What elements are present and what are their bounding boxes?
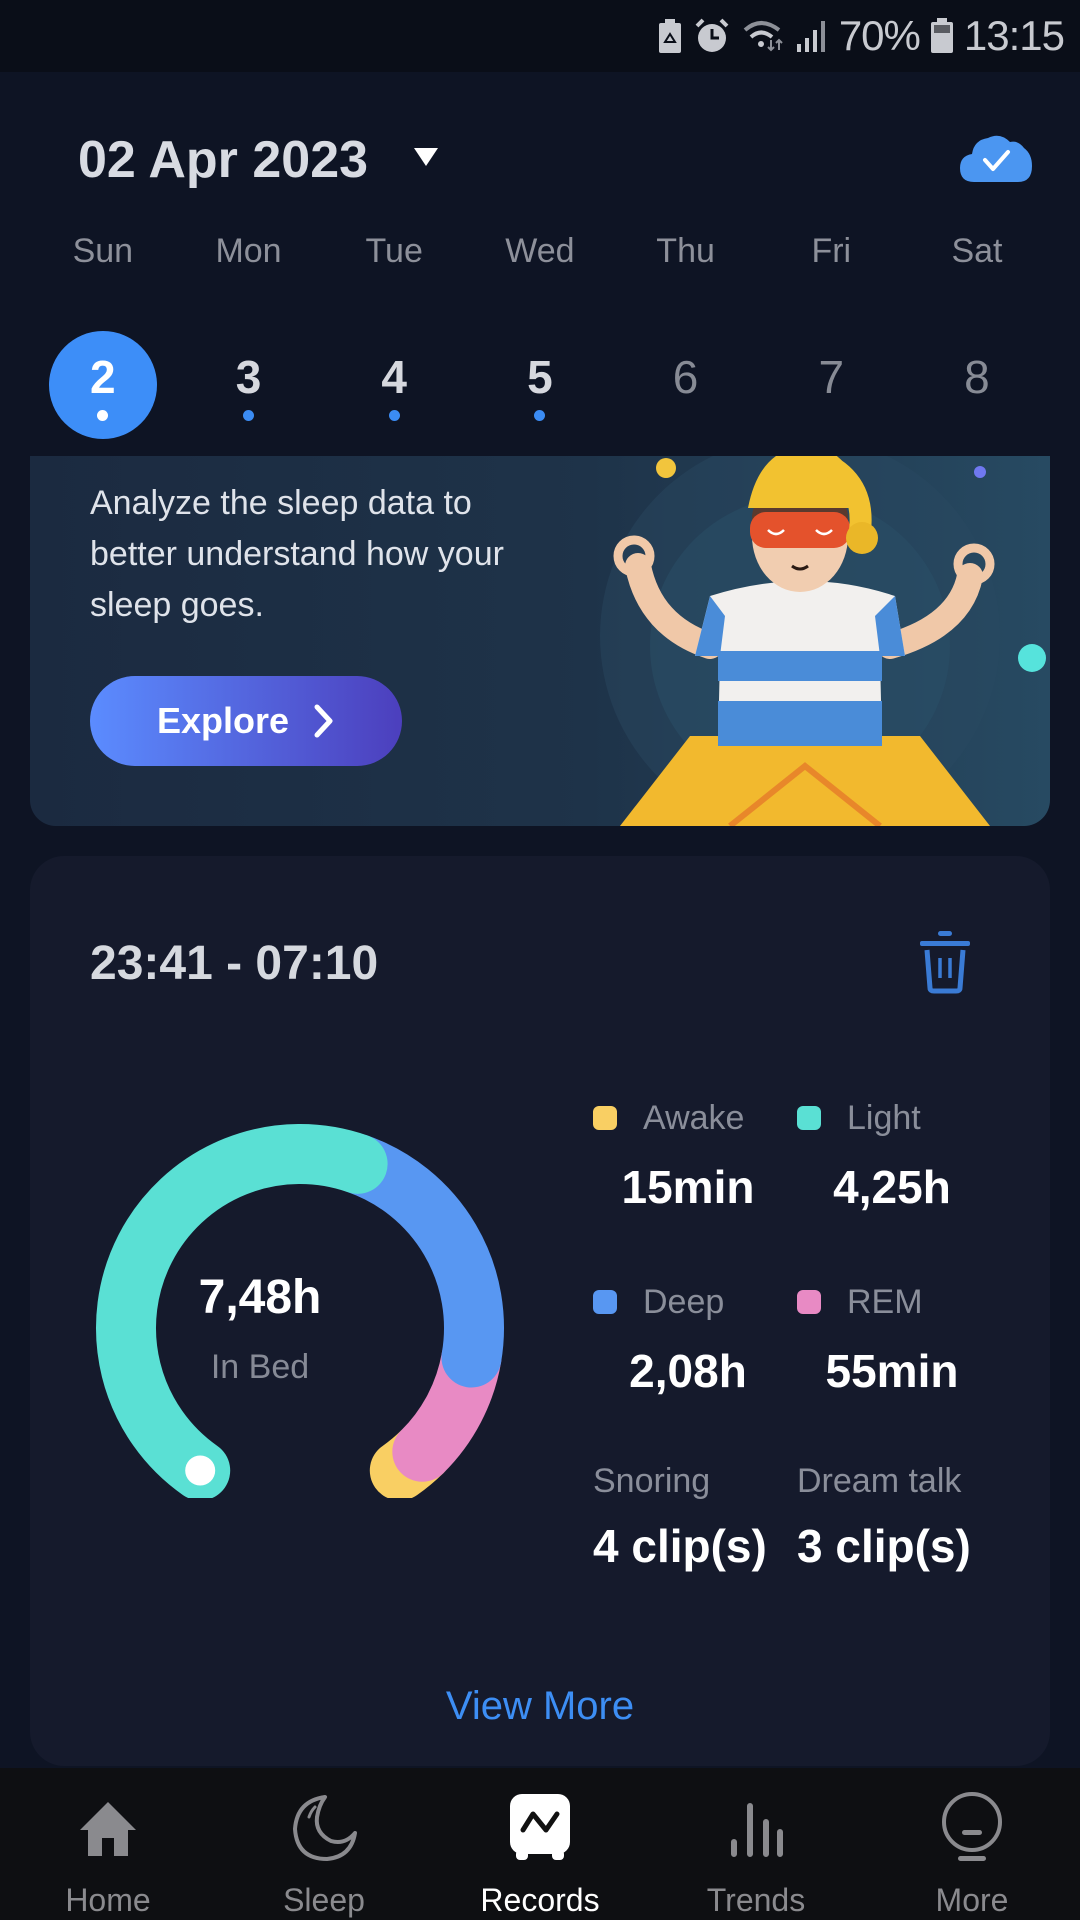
date-cell[interactable]: 3	[176, 330, 322, 440]
nav-label: Records	[480, 1882, 600, 1918]
cloud-check-icon	[960, 135, 1032, 182]
battery-icon	[930, 18, 954, 54]
nav-label: Sleep	[283, 1882, 365, 1918]
sleep-record-card: 23:41 - 07:10 7,48h In Bed Awake 15min L…	[30, 856, 1050, 1766]
stage-label: Awake	[643, 1098, 745, 1137]
nav-label: More	[935, 1882, 1009, 1918]
stage-value: 15min	[621, 1161, 755, 1213]
nav-more[interactable]: More	[864, 1768, 1080, 1920]
deep-swatch	[593, 1290, 617, 1314]
stage-deep: Deep 2,08h	[593, 1280, 803, 1398]
week-date-strip: 2 3 4 5 6 7 8	[30, 330, 1050, 440]
date-number: 3	[235, 350, 262, 403]
records-chart-icon	[500, 1788, 580, 1868]
weekday-label: Sat	[951, 232, 1003, 270]
date-number: 2	[90, 350, 116, 403]
weekday-label: Mon	[215, 232, 282, 270]
total-in-bed-value: 7,48h	[198, 1271, 322, 1324]
dream-talk-stat[interactable]: Dream talk 3 clip(s)	[797, 1462, 1007, 1573]
weekday-label: Thu	[656, 232, 715, 270]
date-number: 5	[527, 350, 553, 403]
date-cell[interactable]: 7	[758, 330, 904, 440]
awake-swatch	[593, 1106, 617, 1130]
explore-button-label: Explore	[156, 700, 290, 741]
lightbulb-icon	[932, 1788, 1012, 1868]
light-swatch	[797, 1106, 821, 1130]
delete-record-button[interactable]	[918, 928, 974, 994]
dream-talk-value: 3 clip(s)	[797, 1520, 971, 1572]
nav-label: Trends	[706, 1882, 806, 1918]
stage-value: 2,08h	[629, 1345, 747, 1397]
rem-swatch	[797, 1290, 821, 1314]
date-cell[interactable]: 5	[467, 330, 613, 440]
gauge-start-marker	[185, 1455, 216, 1486]
nav-sleep[interactable]: Sleep	[216, 1768, 432, 1920]
weekday-label: Wed	[505, 232, 575, 270]
stage-awake: Awake 15min	[593, 1096, 803, 1214]
selected-date[interactable]: 02 Apr 2023	[78, 130, 368, 190]
view-more-link[interactable]: View More	[30, 1684, 1050, 1729]
snoring-stat[interactable]: Snoring 4 clip(s)	[593, 1462, 803, 1573]
date-cell[interactable]: 2	[30, 330, 176, 440]
stage-label: Light	[847, 1098, 921, 1137]
signal-icon	[795, 18, 829, 54]
date-cell[interactable]: 8	[904, 330, 1050, 440]
record-indicator-dot	[243, 409, 255, 421]
gauge-segment-deep	[327, 1133, 504, 1388]
bottom-nav: Home Sleep Records Trends More	[0, 1768, 1080, 1920]
home-icon	[68, 1788, 148, 1868]
snoring-label: Snoring	[593, 1462, 711, 1500]
bar-chart-icon	[716, 1788, 796, 1868]
record-indicator-dot	[97, 409, 109, 421]
dream-talk-label: Dream talk	[797, 1462, 962, 1500]
sleeping-character-illustration	[600, 456, 1046, 826]
status-time: 13:15	[963, 12, 1065, 59]
trash-icon	[920, 931, 970, 994]
battery-percent: 70%	[838, 12, 921, 59]
stage-label: Deep	[643, 1282, 725, 1321]
stage-value: 4,25h	[833, 1161, 951, 1213]
date-cell[interactable]: 6	[613, 330, 759, 440]
weekday-label: Fri	[811, 232, 852, 270]
wifi-icon	[741, 18, 785, 54]
banner-text: Analyze the sleep data to better underst…	[90, 484, 504, 624]
date-number: 6	[672, 350, 699, 403]
explore-button[interactable]: Explore	[90, 676, 402, 766]
moon-icon	[284, 1788, 364, 1868]
alarm-icon	[693, 17, 731, 55]
nav-trends[interactable]: Trends	[648, 1768, 864, 1920]
nav-home[interactable]: Home	[0, 1768, 216, 1920]
date-number: 8	[964, 350, 990, 403]
sleep-time-range: 23:41 - 07:10	[90, 937, 379, 990]
nav-records[interactable]: Records	[432, 1768, 648, 1920]
record-indicator-dot	[534, 409, 546, 421]
stage-rem: REM 55min	[797, 1280, 1007, 1398]
total-in-bed-label: In Bed	[210, 1348, 310, 1386]
explore-banner: Analyze the sleep data to better underst…	[30, 456, 1050, 826]
record-indicator-dot	[388, 409, 400, 421]
caret-down-icon[interactable]	[414, 148, 439, 166]
battery-saver-icon	[657, 18, 683, 54]
cloud-sync-button[interactable]	[958, 132, 1034, 184]
weekday-label: Tue	[365, 232, 423, 270]
date-picker[interactable]: 02 Apr 2023	[78, 128, 439, 192]
snoring-value: 4 clip(s)	[593, 1520, 767, 1572]
stage-value: 55min	[825, 1345, 959, 1397]
weekday-label: Sun	[72, 232, 134, 270]
weekday-header: Sun Mon Tue Wed Thu Fri Sat	[30, 232, 1050, 271]
status-bar: 70% 13:15	[0, 0, 1080, 72]
date-number: 7	[818, 350, 845, 403]
nav-label: Home	[65, 1882, 151, 1918]
chevron-right-icon	[314, 704, 333, 738]
stage-light: Light 4,25h	[797, 1096, 1007, 1214]
stage-label: REM	[847, 1282, 923, 1321]
date-cell[interactable]: 4	[321, 330, 467, 440]
date-number: 4	[381, 350, 408, 403]
